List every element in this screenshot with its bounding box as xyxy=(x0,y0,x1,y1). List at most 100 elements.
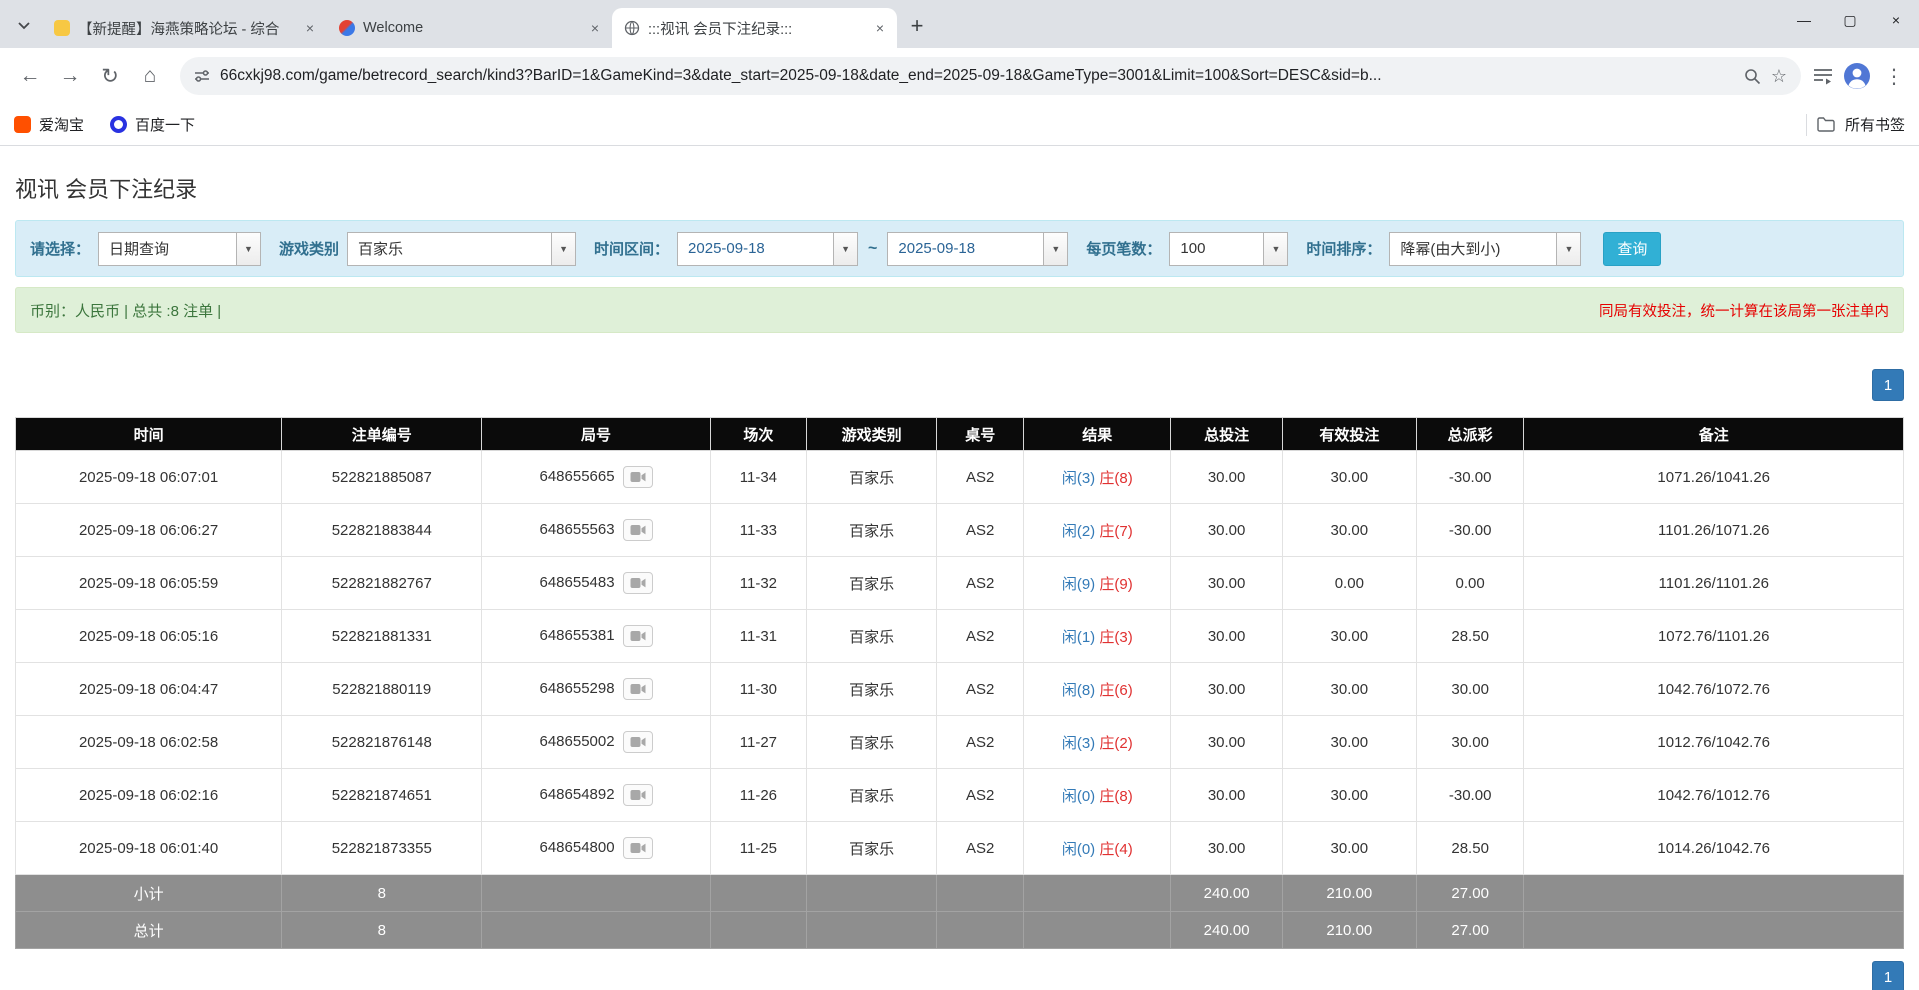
cell-time: 2025-09-18 06:02:16 xyxy=(16,769,282,822)
subtotal-row: 小计 8 240.00 210.00 27.00 xyxy=(16,875,1904,912)
profile-avatar[interactable] xyxy=(1843,62,1871,90)
zoom-icon[interactable] xyxy=(1744,68,1761,85)
cell-total-bet[interactable]: 30.00 xyxy=(1171,557,1282,610)
bookmark-baidu[interactable]: 百度一下 xyxy=(110,114,195,135)
cell-payout: -30.00 xyxy=(1416,769,1524,822)
replay-video-button[interactable] xyxy=(623,731,653,753)
grand-total-total-bet: 240.00 xyxy=(1171,912,1282,949)
minimize-button[interactable]: — xyxy=(1781,0,1827,40)
result-banker: 庄(3) xyxy=(1099,629,1132,646)
date-end-input[interactable]: 2025-09-18 ▼ xyxy=(887,232,1068,266)
video-camera-icon xyxy=(630,471,646,483)
page-1-button[interactable]: 1 xyxy=(1872,369,1904,401)
chevron-down-icon[interactable]: ▼ xyxy=(1263,233,1287,265)
cell-empty xyxy=(482,875,710,912)
cell-round-id: 648654892 xyxy=(482,769,710,822)
cell-payout: 28.50 xyxy=(1416,610,1524,663)
cell-session: 11-27 xyxy=(710,716,806,769)
tab-close-icon[interactable]: × xyxy=(301,19,319,37)
cell-session: 11-30 xyxy=(710,663,806,716)
url-bar[interactable]: 66cxkj98.com/game/betrecord_search/kind3… xyxy=(180,57,1801,95)
subtotal-label: 小计 xyxy=(16,875,282,912)
cell-payout: 30.00 xyxy=(1416,663,1524,716)
cell-total-bet[interactable]: 30.00 xyxy=(1171,716,1282,769)
cell-total-bet[interactable]: 30.00 xyxy=(1171,822,1282,875)
replay-video-button[interactable] xyxy=(623,572,653,594)
date-range-label: 时间区间： xyxy=(594,238,669,259)
cell-total-bet[interactable]: 30.00 xyxy=(1171,504,1282,557)
site-info-icon[interactable] xyxy=(194,68,210,84)
query-type-select[interactable]: 日期查询 ▼ xyxy=(98,232,261,266)
bookmark-star-icon[interactable]: ☆ xyxy=(1771,66,1787,87)
replay-video-button[interactable] xyxy=(623,837,653,859)
home-button[interactable]: ⌂ xyxy=(132,58,168,94)
chevron-down-icon[interactable]: ▼ xyxy=(236,233,260,265)
date-start-input[interactable]: 2025-09-18 ▼ xyxy=(677,232,858,266)
cell-empty xyxy=(807,875,937,912)
close-button[interactable]: × xyxy=(1873,0,1919,40)
subtotal-total-bet: 240.00 xyxy=(1171,875,1282,912)
page-1-button[interactable]: 1 xyxy=(1872,961,1904,990)
cell-session: 11-25 xyxy=(710,822,806,875)
tab-welcome[interactable]: Welcome × xyxy=(327,8,612,48)
tab-close-icon[interactable]: × xyxy=(871,19,889,37)
replay-video-button[interactable] xyxy=(623,678,653,700)
select-label: 请选择： xyxy=(30,238,90,259)
menu-icon[interactable]: ⋮ xyxy=(1881,64,1907,89)
tab-bet-record[interactable]: :::视讯 会员下注纪录::: × xyxy=(612,8,897,48)
replay-video-button[interactable] xyxy=(623,625,653,647)
replay-video-button[interactable] xyxy=(623,466,653,488)
chevron-down-icon[interactable]: ▼ xyxy=(1043,233,1067,265)
baidu-icon xyxy=(110,116,127,133)
cell-total-bet[interactable]: 30.00 xyxy=(1171,769,1282,822)
new-tab-button[interactable]: + xyxy=(901,10,933,42)
subtotal-payout: 27.00 xyxy=(1416,875,1524,912)
bookmark-taobao[interactable]: 爱淘宝 xyxy=(14,114,84,135)
divider xyxy=(1806,114,1807,136)
round-id-text: 648655002 xyxy=(540,733,615,750)
chevron-down-icon[interactable]: ▼ xyxy=(1556,233,1580,265)
tab-search-button[interactable] xyxy=(10,12,38,40)
tab-close-icon[interactable]: × xyxy=(586,19,604,37)
all-bookmarks[interactable]: 所有书签 xyxy=(1806,114,1905,136)
replay-video-button[interactable] xyxy=(623,519,653,541)
cell-valid-bet: 30.00 xyxy=(1282,769,1416,822)
cell-total-bet[interactable]: 30.00 xyxy=(1171,610,1282,663)
cell-table-no: AS2 xyxy=(937,610,1024,663)
chevron-down-icon[interactable]: ▼ xyxy=(551,233,575,265)
cell-note: 1101.26/1071.26 xyxy=(1524,504,1904,557)
cell-round-id: 648655298 xyxy=(482,663,710,716)
cell-result: 闲(3) 庄(8) xyxy=(1024,451,1171,504)
taobao-icon xyxy=(14,116,31,133)
replay-video-button[interactable] xyxy=(623,784,653,806)
back-button[interactable]: ← xyxy=(12,58,48,94)
cell-valid-bet: 30.00 xyxy=(1282,504,1416,557)
result-player: 闲(9) xyxy=(1062,576,1095,593)
cell-total-bet[interactable]: 30.00 xyxy=(1171,663,1282,716)
per-page-select[interactable]: 100 ▼ xyxy=(1169,232,1288,266)
cell-game-type: 百家乐 xyxy=(807,822,937,875)
cell-game-type: 百家乐 xyxy=(807,504,937,557)
cell-total-bet[interactable]: 30.00 xyxy=(1171,451,1282,504)
maximize-button[interactable]: ▢ xyxy=(1827,0,1873,40)
query-button[interactable]: 查询 xyxy=(1603,232,1661,266)
refresh-button[interactable]: ↻ xyxy=(92,58,128,94)
sort-select[interactable]: 降幂(由大到小) ▼ xyxy=(1389,232,1581,266)
cell-game-type: 百家乐 xyxy=(807,716,937,769)
cell-table-no: AS2 xyxy=(937,716,1024,769)
cell-result: 闲(3) 庄(2) xyxy=(1024,716,1171,769)
cell-game-type: 百家乐 xyxy=(807,557,937,610)
cell-note: 1014.26/1042.76 xyxy=(1524,822,1904,875)
media-controls-icon[interactable] xyxy=(1813,67,1833,85)
table-row: 2025-09-18 06:01:40 522821873355 6486548… xyxy=(16,822,1904,875)
table-row: 2025-09-18 06:02:16 522821874651 6486548… xyxy=(16,769,1904,822)
cell-round-id: 648655483 xyxy=(482,557,710,610)
result-player: 闲(0) xyxy=(1062,841,1095,858)
game-type-select[interactable]: 百家乐 ▼ xyxy=(347,232,576,266)
chevron-down-icon[interactable]: ▼ xyxy=(833,233,857,265)
forward-button[interactable]: → xyxy=(52,58,88,94)
game-type-label: 游戏类别 xyxy=(279,238,339,259)
cell-payout: -30.00 xyxy=(1416,504,1524,557)
tab-forum[interactable]: 【新提醒】海燕策略论坛 - 综合 × xyxy=(42,8,327,48)
cell-time: 2025-09-18 06:05:16 xyxy=(16,610,282,663)
